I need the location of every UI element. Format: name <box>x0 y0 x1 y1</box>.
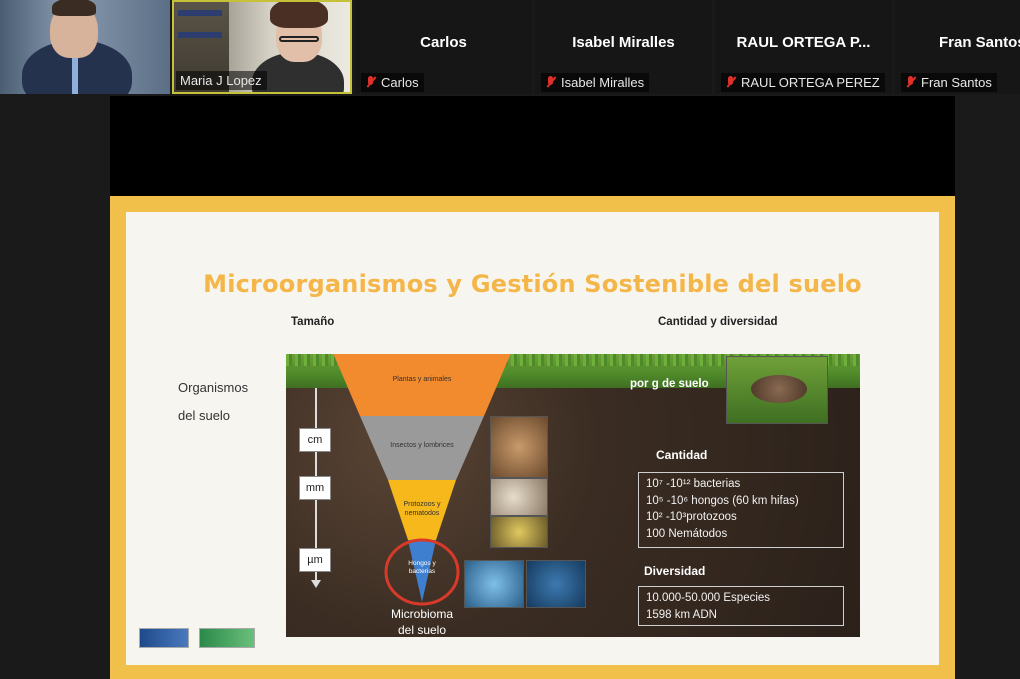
cantidad-title: Cantidad <box>656 448 708 462</box>
muted-mic-icon <box>725 75 736 90</box>
diversidad-line: 10.000-50.000 Especies <box>646 592 771 604</box>
participant-name-label: Maria J Lopez <box>176 71 267 90</box>
cantidad-line: 10⁷ -10¹² bacterias <box>646 478 741 490</box>
quantity-diversity-header: Cantidad y diversidad <box>658 316 778 328</box>
participant-name: Carlos <box>381 75 419 90</box>
layer-label-protozoa: Protozoos y nematodos <box>403 501 441 517</box>
participant-display-name: Carlos <box>420 34 467 51</box>
cantidad-line: 10² -10³protozoos <box>646 511 737 523</box>
layer-label-insects: Insectos y lombrices <box>390 442 454 449</box>
microbiome-line2: del suelo <box>397 623 447 637</box>
participant-name-label: Fran Santos <box>901 73 997 92</box>
participant-display-name: Isabel Miralles <box>572 34 675 51</box>
diversidad-box: 10.000-50.000 Especies 1598 km ADN <box>638 586 844 626</box>
slide-content: Microorganismos y Gestión Sostenible del… <box>126 212 939 665</box>
participant-tile-isabel-miralles[interactable]: Isabel Miralles Isabel Miralles <box>535 0 712 94</box>
participant-tile-carlos[interactable]: Carlos Carlos <box>355 0 532 94</box>
participant-name: Isabel Miralles <box>561 75 645 90</box>
protozoa-image <box>490 516 548 548</box>
cantidad-line: 100 Nemátodos <box>646 527 728 540</box>
layer-label-plants: Plantas y animales <box>392 376 452 383</box>
university-logo <box>139 628 189 648</box>
participant-display-name: Fran Santos <box>939 34 1020 51</box>
participant-name: RAUL ORTEGA PEREZ <box>741 75 880 90</box>
cantidad-box: 10⁷ -10¹² bacterias 10⁵ -10⁶ hongos (60 … <box>638 472 844 548</box>
worm-image <box>490 416 548 478</box>
participant-tile-fran-santos[interactable]: Fran Santos Fran Santos <box>895 0 1020 94</box>
participant-video-maria-j-lopez[interactable]: Maria J Lopez <box>172 0 352 94</box>
bacteria-image <box>526 560 586 608</box>
microbiome-line1: Microbioma <box>390 607 453 621</box>
layer-plants-animals <box>333 354 511 416</box>
participant-video-1[interactable] <box>0 0 170 94</box>
diversidad-title: Diversidad <box>644 564 706 578</box>
diversidad-line: 1598 km ADN <box>646 608 717 621</box>
layer-label-fungi: Hongos y bacterias <box>408 560 436 575</box>
participant-strip: Maria J Lopez Carlos Carlos Isabel Miral… <box>0 0 1020 94</box>
cantidad-line: 10⁵ -10⁶ hongos (60 km hifas) <box>646 494 799 507</box>
fungi-image <box>464 560 524 608</box>
partner-logo <box>199 628 255 648</box>
participant-tile-raul-ortega-perez[interactable]: RAUL ORTEGA P... RAUL ORTEGA PEREZ <box>715 0 892 94</box>
microbiome-label: Microbioma del suelo <box>372 606 472 637</box>
nematode-image <box>490 478 548 516</box>
muted-mic-icon <box>905 75 916 90</box>
muted-mic-icon <box>545 75 556 90</box>
soil-organisms-label: Organismos del suelo <box>178 374 248 430</box>
soil-organisms-line2: del suelo <box>178 408 231 423</box>
participant-name: Fran Santos <box>921 75 992 90</box>
participant-name-label: Carlos <box>361 73 424 92</box>
participant-name: Maria J Lopez <box>180 73 262 88</box>
soil-illustration: cm mm µm Plantas y animales Insectos y l… <box>286 354 860 637</box>
slide-title: Microorganismos y Gestión Sostenible del… <box>203 270 862 298</box>
per-gram-label: por g de suelo <box>630 378 709 390</box>
soil-organisms-line1: Organismos <box>178 380 249 395</box>
soil-spoon-image <box>726 356 828 424</box>
participant-name-label: RAUL ORTEGA PEREZ <box>721 73 885 92</box>
participant-display-name: RAUL ORTEGA P... <box>736 34 871 51</box>
size-header: Tamaño <box>291 316 335 328</box>
participant-name-label: Isabel Miralles <box>541 73 650 92</box>
muted-mic-icon <box>365 75 376 90</box>
presentation-slide: Microorganismos y Gestión Sostenible del… <box>110 196 955 679</box>
